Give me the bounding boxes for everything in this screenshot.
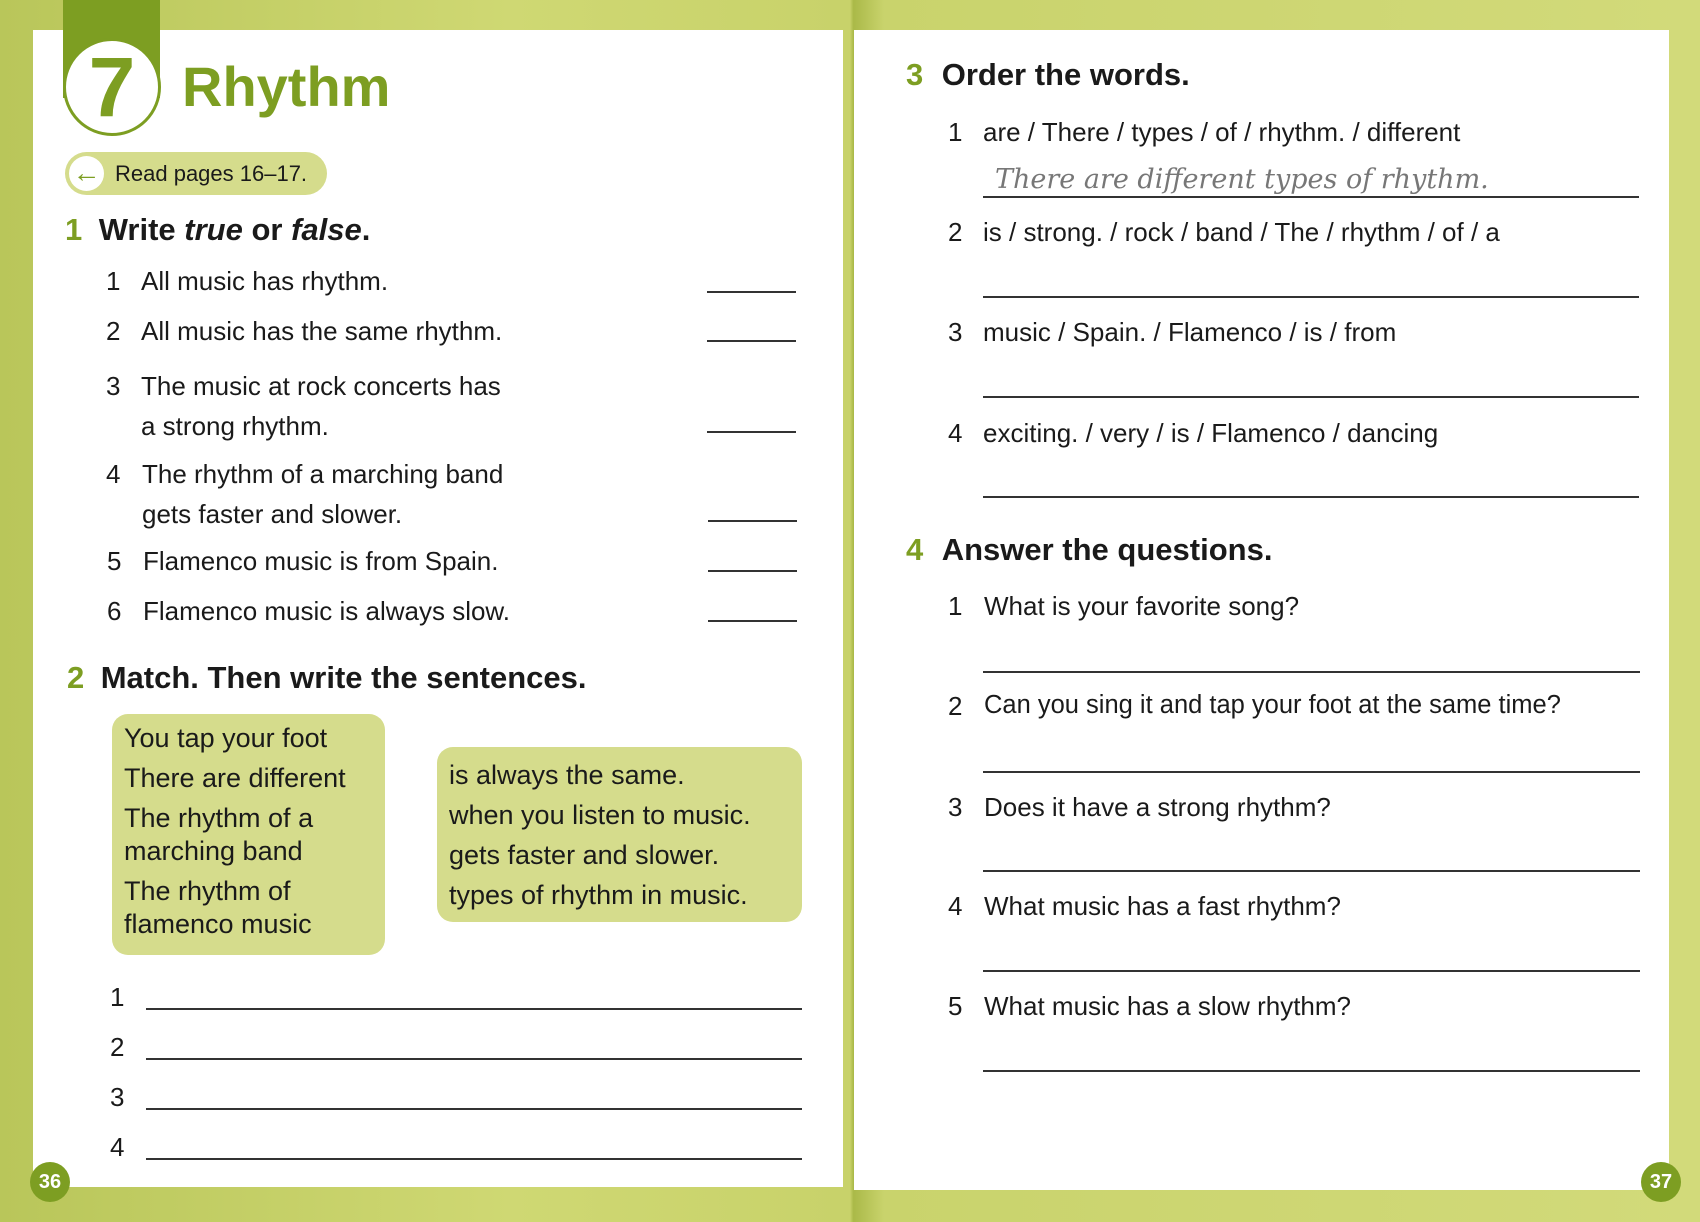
list-item: 5 Flamenco music is from Spain. (107, 546, 499, 576)
heading-text: Write true or false. (98, 212, 371, 247)
question-item: 5 What music has a slow rhythm? (948, 991, 1352, 1021)
question-item: 2 Can you sing it and tap your foot at th… (948, 691, 1561, 721)
unit-title: Rhythm (182, 55, 391, 118)
writing-line[interactable] (983, 970, 1640, 972)
exercise-3-heading: 3 Order the words. (906, 57, 1190, 93)
exercise-number: 4 (906, 532, 924, 567)
writing-line[interactable] (983, 1070, 1640, 1072)
list-item: 3 The music at rock concerts has a strong … (106, 371, 501, 441)
line-number: 4 (110, 1132, 125, 1162)
writing-line[interactable] (146, 1108, 802, 1110)
list-item: 3 music / Spain. / Flamenco / is / from (948, 317, 1397, 347)
page-number-right: 37 (1641, 1162, 1681, 1202)
writing-line[interactable] (983, 771, 1640, 773)
writing-line[interactable] (983, 496, 1639, 498)
beginning: The rhythm of a (124, 803, 314, 833)
exercise-1-heading: 1 Write true or false. (65, 212, 370, 248)
arrow-left-icon: ← (69, 156, 104, 191)
exercise-number: 1 (65, 212, 83, 247)
exercise-number: 2 (67, 660, 85, 695)
answer-blank[interactable] (707, 291, 796, 293)
answer-blank[interactable] (707, 431, 796, 433)
writing-line[interactable] (146, 1158, 802, 1160)
heading-text: Match. Then write the sentences. (100, 660, 587, 695)
beginning: There are different (124, 763, 346, 793)
writing-line[interactable] (983, 396, 1639, 398)
ending: types of rhythm in music. (449, 880, 748, 910)
line-number: 1 (110, 982, 125, 1012)
exercise-4-heading: 4 Answer the questions. (906, 532, 1272, 568)
list-item: 1 All music has rhythm. (106, 266, 389, 296)
sentence-endings-box: is always the same. when you listen to m… (437, 747, 802, 922)
writing-line[interactable] (983, 671, 1640, 673)
writing-line[interactable] (983, 196, 1639, 198)
answer-blank[interactable] (707, 340, 796, 342)
example-answer: There are different types of rhythm. (995, 164, 1489, 195)
beginning: flamenco music (124, 909, 312, 939)
ending: is always the same. (449, 760, 685, 790)
unit-number-badge: 7 (63, 38, 161, 136)
heading-text: Answer the questions. (941, 532, 1273, 567)
answer-blank[interactable] (708, 570, 797, 572)
exercise-number: 3 (906, 57, 924, 92)
beginning: The rhythm of (124, 876, 291, 906)
question-item: 4 What music has a fast rhythm? (948, 891, 1341, 921)
read-pages-text: Read pages 16–17. (115, 161, 308, 186)
read-pages-pill: ← Read pages 16–17. (65, 152, 327, 195)
answer-blank[interactable] (708, 620, 797, 622)
line-number: 3 (110, 1082, 125, 1112)
list-item: 1 are / There / types / of / rhythm. / di… (948, 117, 1461, 147)
heading-text: Order the words. (941, 57, 1190, 92)
list-item: 2 All music has the same rhythm. (106, 316, 503, 346)
ending: gets faster and slower. (449, 840, 720, 870)
answer-blank[interactable] (708, 520, 797, 522)
sentence-beginnings-box: You tap your foot There are different Th… (112, 714, 385, 955)
list-item: 4 The rhythm of a marching band gets faste… (106, 459, 504, 529)
line-number: 2 (110, 1032, 125, 1062)
page-number-left: 36 (30, 1162, 70, 1202)
writing-line[interactable] (983, 296, 1639, 298)
list-item: 4 exciting. / very / is / Flamenco / danc… (948, 418, 1439, 448)
list-item: 6 Flamenco music is always slow. (107, 596, 510, 626)
writing-line[interactable] (146, 1058, 802, 1060)
question-item: 1 What is your favorite song? (948, 591, 1300, 621)
ending: when you listen to music. (449, 800, 751, 830)
beginning: marching band (124, 836, 303, 866)
writing-line[interactable] (146, 1008, 802, 1010)
list-item: 2 is / strong. / rock / band / The / rhyt… (948, 217, 1500, 247)
question-item: 3 Does it have a strong rhythm? (948, 792, 1331, 822)
exercise-2-heading: 2 Match. Then write the sentences. (67, 660, 587, 696)
beginning: You tap your foot (124, 723, 328, 753)
writing-line[interactable] (983, 870, 1640, 872)
